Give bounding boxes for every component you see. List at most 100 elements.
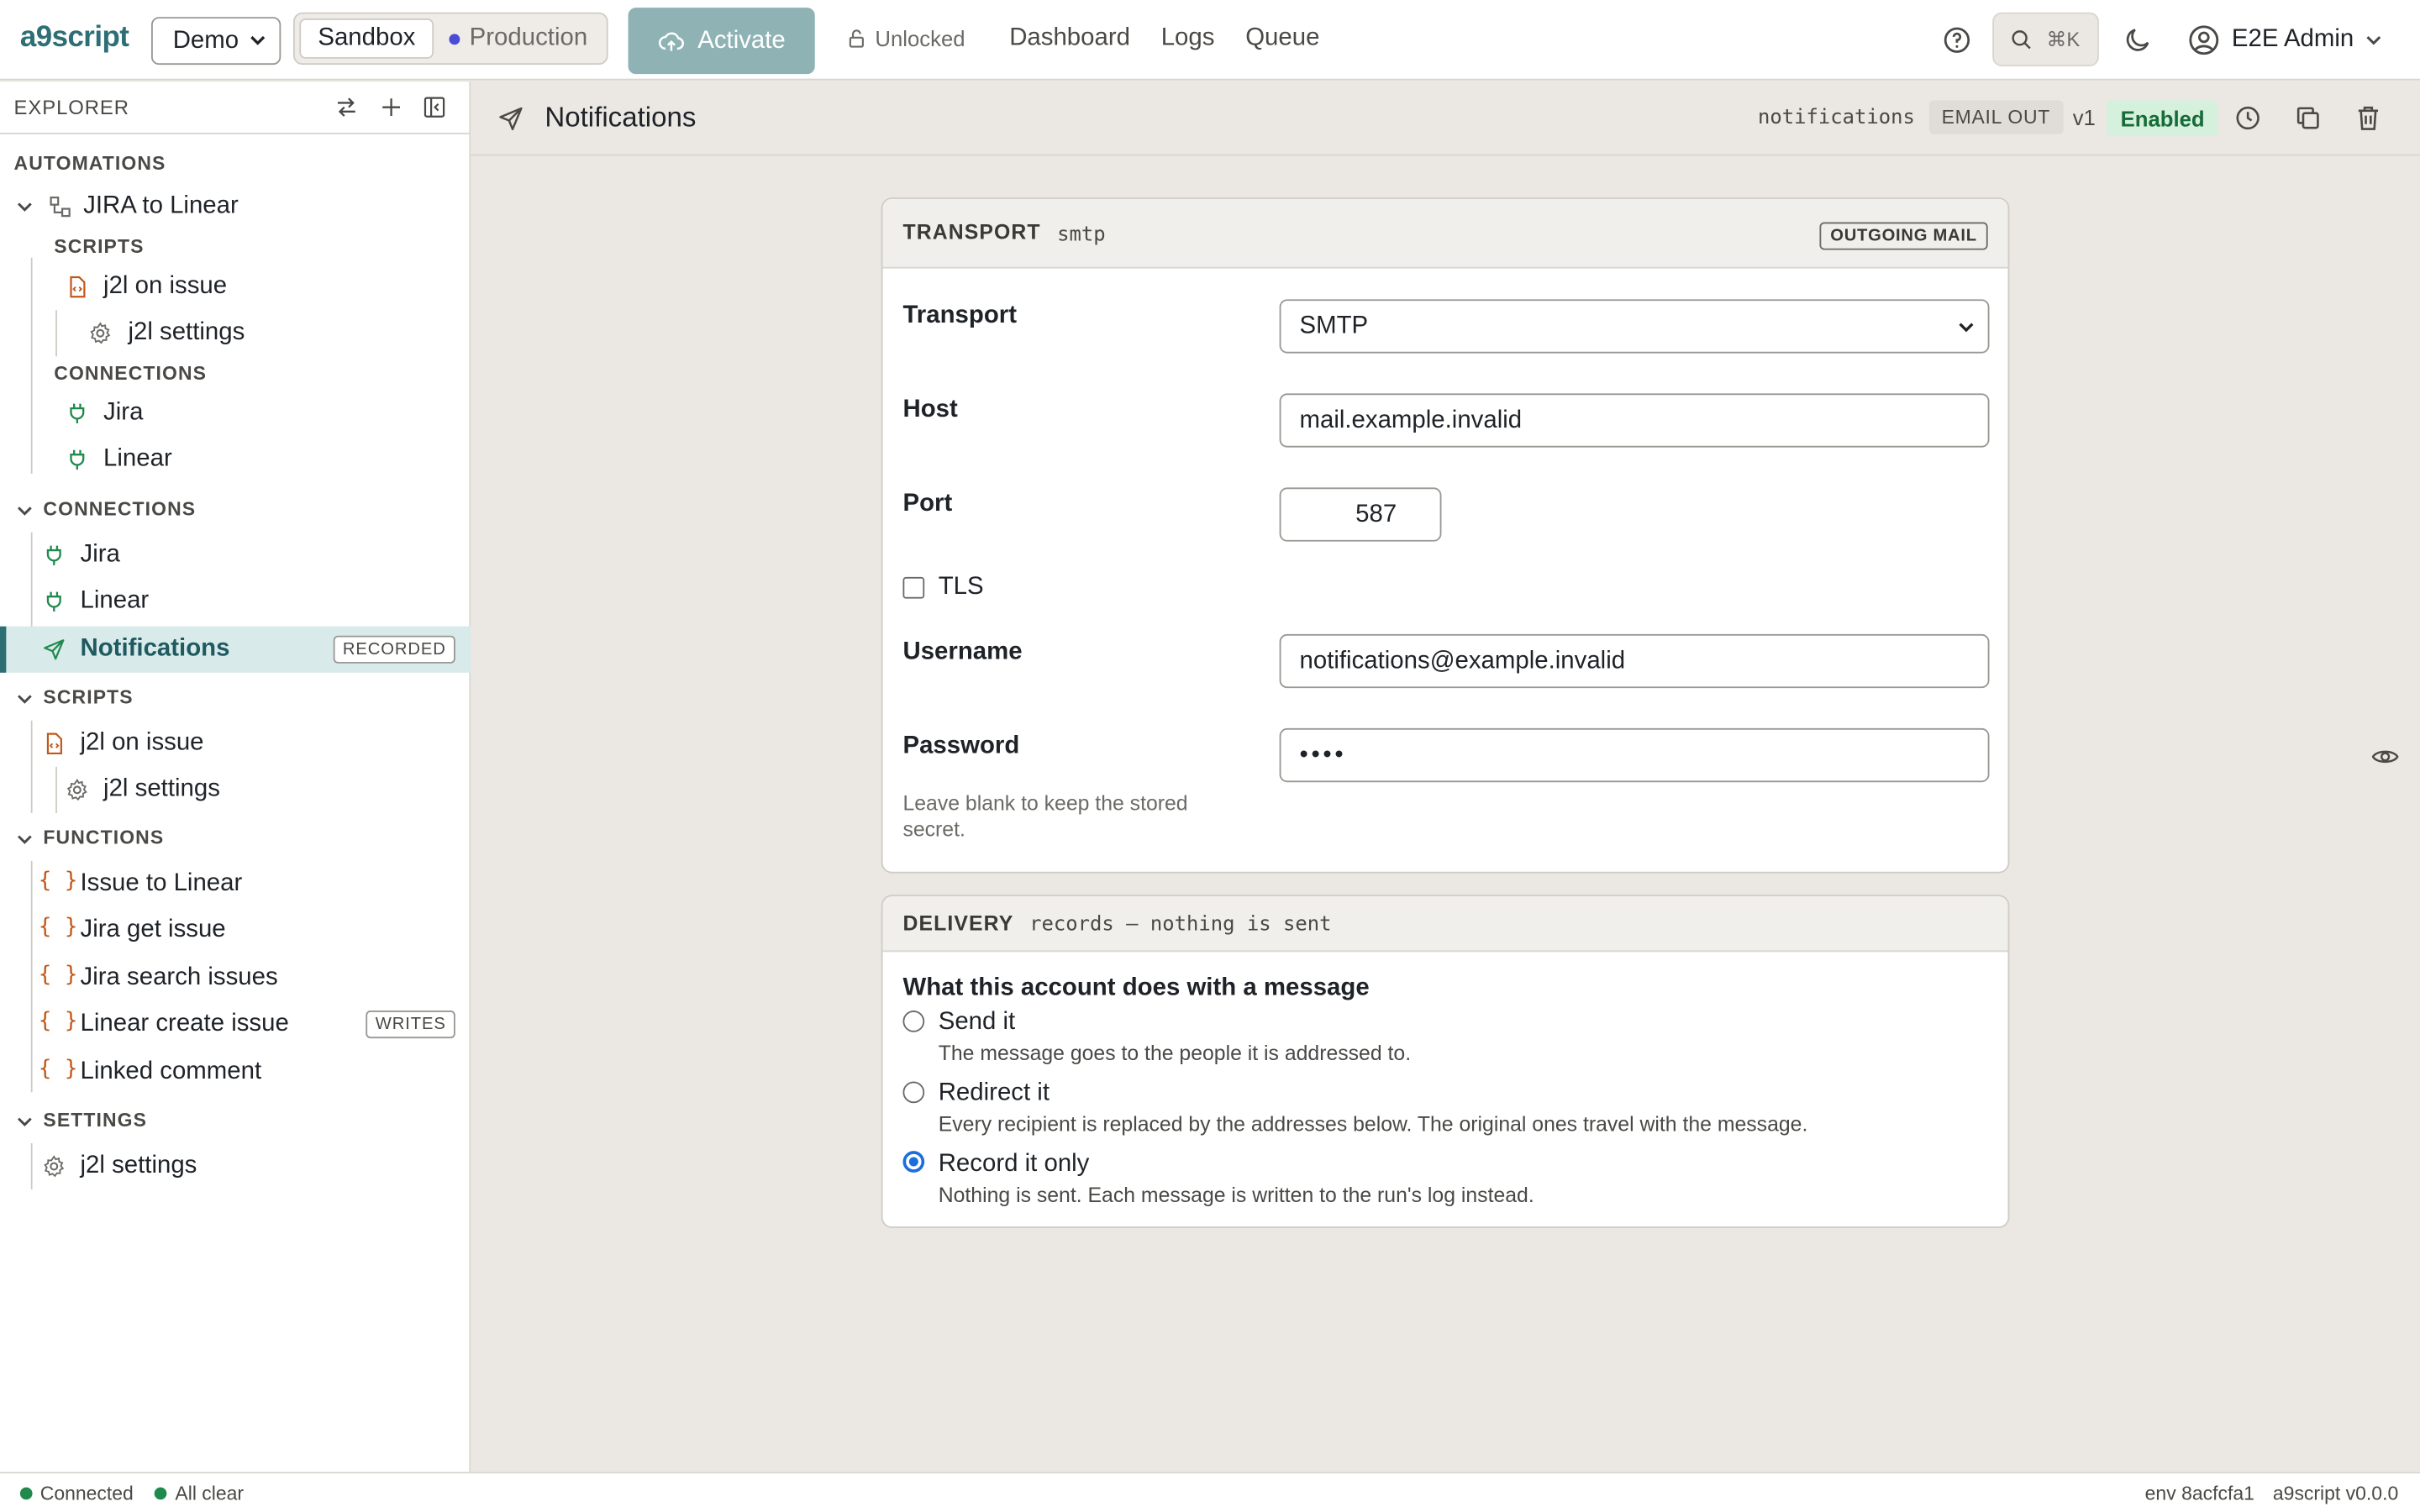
username-label: Username <box>902 638 1023 665</box>
nav-logs[interactable]: Logs <box>1161 24 1215 52</box>
env-production-label: Production <box>469 24 588 51</box>
workspace-select[interactable]: Demo <box>150 17 281 66</box>
port-input[interactable]: 587 <box>1279 487 1442 542</box>
nav-dashboard[interactable]: Dashboard <box>1009 24 1130 52</box>
chevron-down-icon <box>1959 323 1974 333</box>
radio-redirect-it[interactable] <box>902 1081 925 1104</box>
version-label: v1 <box>2072 104 2096 130</box>
plug-icon <box>46 591 61 612</box>
collapse-sidebar-icon[interactable] <box>421 94 447 120</box>
sidebar-item-auto-script-j2l-on-issue[interactable]: j2l on issue <box>0 264 471 310</box>
sidebar-item-auto-script-j2l-settings[interactable]: j2l settings <box>0 310 471 356</box>
help-circle-icon[interactable] <box>1942 24 1973 55</box>
plus-icon[interactable] <box>378 94 404 120</box>
sidebar-item-auto-conn-jira[interactable]: Jira <box>0 391 471 437</box>
user-name: E2E Admin <box>2231 26 2354 53</box>
radio-send-it[interactable] <box>902 1011 925 1032</box>
duplicate-icon[interactable] <box>2293 103 2323 133</box>
radio-redirect-it-label[interactable]: Redirect it <box>939 1080 1050 1108</box>
editor-header: Notifications notifications EMAIL OUT v1… <box>471 81 2420 156</box>
top-nav: Dashboard Logs Queue <box>1009 24 1319 52</box>
sidebar-item-settings-j2l-settings[interactable]: j2l settings <box>0 1143 471 1189</box>
production-dot-icon <box>449 33 460 45</box>
explorer-title: EXPLORER <box>13 95 129 119</box>
radio-send-it-desc: The message goes to the people it is add… <box>938 1041 1412 1065</box>
sidebar-item-script-j2l-on-issue[interactable]: j2l on issue <box>0 721 471 767</box>
sidebar-item-conn-linear[interactable]: Linear <box>0 579 471 625</box>
sidebar-item-func-jira-get-issue[interactable]: { } Jira get issue <box>0 907 471 953</box>
chevron-down-icon <box>18 202 32 212</box>
chevron-down-icon <box>2366 36 2381 45</box>
gear-icon <box>90 322 111 344</box>
transport-card-header: TRANSPORT smtp OUTGOING MAIL <box>882 198 2008 269</box>
brand-logo[interactable]: a9script <box>20 22 129 55</box>
sidebar-item-label: j2l settings <box>103 775 220 803</box>
sidebar-item-label: Linear create issue <box>80 1011 289 1037</box>
environment-switch: Sandbox Production <box>292 12 608 66</box>
section-scripts[interactable]: SCRIPTS <box>0 686 471 708</box>
sidebar-item-label: j2l settings <box>128 319 245 346</box>
braces-icon: { } <box>38 1057 78 1082</box>
env-production-button[interactable]: Production <box>434 18 602 59</box>
connection-status-label: Connected <box>39 1483 134 1504</box>
radio-record-it-only-label[interactable]: Record it only <box>939 1151 1090 1179</box>
file-code-icon <box>46 732 62 755</box>
radio-redirect-it-desc: Every recipient is replaced by the addre… <box>938 1112 1808 1136</box>
delivery-card-title: DELIVERY <box>902 911 1014 936</box>
tls-checkbox[interactable] <box>902 576 925 599</box>
app-root: a9script Demo Sandbox Production Activat… <box>0 0 2420 1512</box>
username-input[interactable]: notifications@example.invalid <box>1279 633 1990 689</box>
lock-status-label: Unlocked <box>875 26 965 51</box>
section-settings[interactable]: SETTINGS <box>0 1110 471 1131</box>
transport-card: TRANSPORT smtp OUTGOING MAIL Transport S… <box>881 197 2010 874</box>
trash-icon[interactable] <box>2354 103 2383 133</box>
sidebar-item-conn-notifications[interactable]: Notifications RECORDED <box>0 626 471 673</box>
section-automations: AUTOMATIONS <box>0 153 471 175</box>
sidebar-item-func-linear-create-issue[interactable]: { } Linear create issue WRITES <box>0 1001 471 1047</box>
command-search-button[interactable]: ⌘K <box>1992 12 2099 66</box>
password-input[interactable]: •••• <box>1279 727 1990 783</box>
radio-record-it-only[interactable] <box>902 1151 925 1173</box>
transport-select[interactable]: SMTP <box>1279 299 1990 354</box>
section-functions[interactable]: FUNCTIONS <box>0 827 471 848</box>
sidebar-item-func-linked-comment[interactable]: { } Linked comment <box>0 1049 471 1095</box>
section-label: SCRIPTS <box>43 686 134 709</box>
user-menu[interactable]: E2E Admin <box>2187 24 2384 57</box>
explorer-header: EXPLORER <box>0 81 470 134</box>
sidebar-item-script-j2l-settings[interactable]: j2l settings <box>0 767 471 813</box>
password-label: Password <box>902 732 1020 759</box>
kind-badge: EMAIL OUT <box>1928 100 2063 134</box>
env-sandbox-button[interactable]: Sandbox <box>299 18 434 59</box>
host-input[interactable]: mail.example.invalid <box>1279 393 1990 448</box>
braces-icon: { } <box>38 963 78 988</box>
page-title: Notifications <box>544 102 697 133</box>
workspace-select-value: Demo <box>172 27 239 54</box>
radio-send-it-label[interactable]: Send it <box>939 1009 1015 1037</box>
delivery-card-subtitle: records — nothing is sent <box>1029 913 1332 937</box>
sidebar-item-conn-jira[interactable]: Jira <box>0 533 471 579</box>
sidebar-item-label: Linear <box>103 445 172 473</box>
sidebar-item-label: Jira <box>103 399 144 426</box>
section-automation-connections: CONNECTIONS <box>0 363 471 385</box>
sidebar-item-func-issue-to-linear[interactable]: { } Issue to Linear <box>0 861 471 907</box>
sidebar-item-auto-conn-linear[interactable]: Linear <box>0 437 471 483</box>
moon-icon[interactable] <box>2122 24 2153 55</box>
swap-icon[interactable] <box>334 94 360 120</box>
status-badge[interactable]: Enabled <box>2107 100 2219 136</box>
send-icon <box>499 107 523 131</box>
lock-toggle[interactable]: Unlocked <box>846 26 965 51</box>
section-connections[interactable]: CONNECTIONS <box>0 498 471 520</box>
writes-badge: WRITES <box>366 1011 455 1039</box>
cloud-upload-icon <box>659 31 685 50</box>
eye-icon[interactable] <box>2370 742 2400 771</box>
send-icon <box>44 639 65 660</box>
sidebar-item-label: Notifications <box>80 635 230 662</box>
section-label: SETTINGS <box>43 1109 148 1131</box>
sidebar-item-func-jira-search-issues[interactable]: { } Jira search issues <box>0 955 471 1001</box>
top-bar: a9script Demo Sandbox Production Activat… <box>0 0 2420 81</box>
history-icon[interactable] <box>2233 103 2263 133</box>
sidebar-item-jira-to-linear[interactable]: JIRA to Linear <box>0 184 471 230</box>
activate-button[interactable]: Activate <box>628 8 815 75</box>
nav-queue[interactable]: Queue <box>1245 24 1319 52</box>
section-automations-label: AUTOMATIONS <box>13 152 166 175</box>
